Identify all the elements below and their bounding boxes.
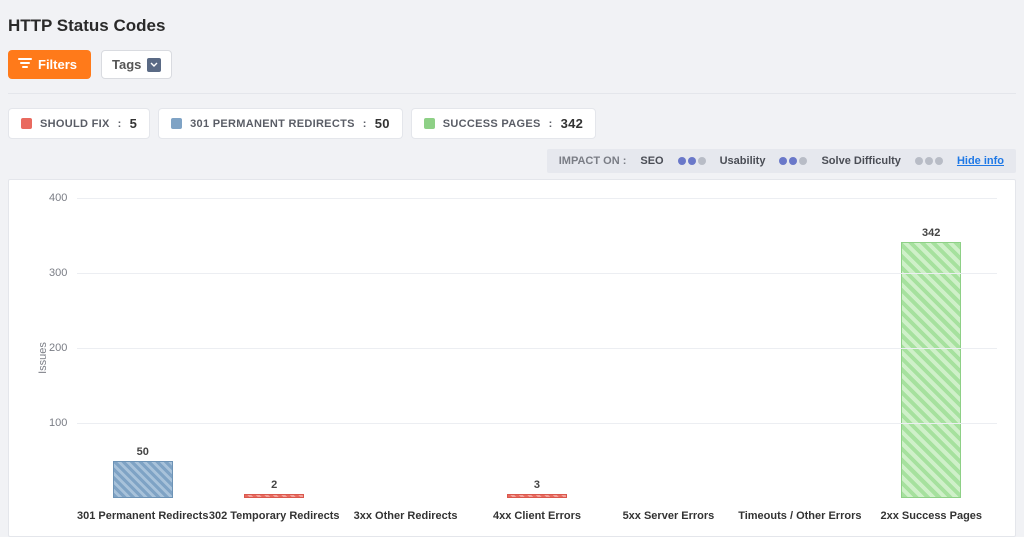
y-axis-label: Issues	[37, 342, 49, 374]
divider	[8, 93, 1016, 94]
x-tick-label: 3xx Other Redirects	[340, 510, 471, 522]
bar[interactable]: 2	[244, 494, 304, 498]
legend-label: SUCCESS PAGES	[443, 118, 541, 130]
hide-info-link[interactable]: Hide info	[957, 155, 1004, 167]
bar[interactable]: 50	[113, 461, 173, 499]
bar-value-label: 50	[137, 446, 149, 458]
filters-label: Filters	[38, 57, 77, 72]
bar-value-label: 342	[922, 227, 940, 239]
y-tick-label: 300	[49, 267, 67, 279]
x-tick-label: 2xx Success Pages	[866, 510, 997, 522]
gridline	[77, 273, 997, 274]
legend-count: 342	[561, 116, 584, 131]
bar-value-label: 2	[271, 479, 277, 491]
gridline	[77, 198, 997, 199]
x-tick-label: Timeouts / Other Errors	[734, 510, 865, 522]
legend-row: SHOULD FIX: 5 301 PERMANENT REDIRECTS: 5…	[8, 108, 1016, 139]
x-axis: 301 Permanent Redirects302 Temporary Red…	[77, 510, 997, 522]
x-tick-label: 5xx Server Errors	[603, 510, 734, 522]
y-tick-label: 100	[49, 417, 67, 429]
x-tick-label: 4xx Client Errors	[471, 510, 602, 522]
legend-label: SHOULD FIX	[40, 118, 110, 130]
legend-pill-success[interactable]: SUCCESS PAGES: 342	[411, 108, 596, 139]
y-tick-label: 400	[49, 192, 67, 204]
legend-count: 50	[375, 116, 390, 131]
legend-pill-301[interactable]: 301 PERMANENT REDIRECTS: 50	[158, 108, 403, 139]
solve-rating-icon	[915, 157, 943, 165]
impact-seo-label: SEO	[640, 155, 663, 167]
x-tick-label: 301 Permanent Redirects	[77, 510, 208, 522]
chart: Issues 50 2 3 342 100 200 300 400 301 Permanen…	[17, 188, 1007, 528]
tags-label: Tags	[112, 57, 141, 72]
toolbar: Filters Tags	[8, 50, 1016, 79]
legend-label: 301 PERMANENT REDIRECTS	[190, 118, 355, 130]
gridline	[77, 348, 997, 349]
swatch-blue	[171, 118, 182, 129]
plot-area: 5023342 100200300400	[77, 198, 997, 498]
impact-solve-label: Solve Difficulty	[821, 155, 900, 167]
impact-bar: IMPACT ON : SEO Usability Solve Difficul…	[547, 149, 1016, 173]
swatch-green	[424, 118, 435, 129]
chevron-down-icon	[147, 58, 161, 72]
usability-rating-icon	[779, 157, 807, 165]
filter-icon	[18, 57, 32, 72]
legend-count: 5	[130, 116, 138, 131]
tags-button[interactable]: Tags	[101, 50, 172, 79]
impact-usability-label: Usability	[720, 155, 766, 167]
swatch-red	[21, 118, 32, 129]
impact-on-label: IMPACT ON :	[559, 155, 627, 167]
bar[interactable]: 3	[507, 494, 567, 498]
legend-pill-should-fix[interactable]: SHOULD FIX: 5	[8, 108, 150, 139]
bar-value-label: 3	[534, 479, 540, 491]
bar[interactable]: 342	[901, 242, 961, 499]
y-tick-label: 200	[49, 342, 67, 354]
page-title: HTTP Status Codes	[8, 16, 1016, 36]
gridline	[77, 423, 997, 424]
filters-button[interactable]: Filters	[8, 50, 91, 79]
x-tick-label: 302 Temporary Redirects	[208, 510, 339, 522]
chart-panel: Issues 50 2 3 342 100 200 300 400 301 Permanen…	[8, 179, 1016, 537]
seo-rating-icon	[678, 157, 706, 165]
